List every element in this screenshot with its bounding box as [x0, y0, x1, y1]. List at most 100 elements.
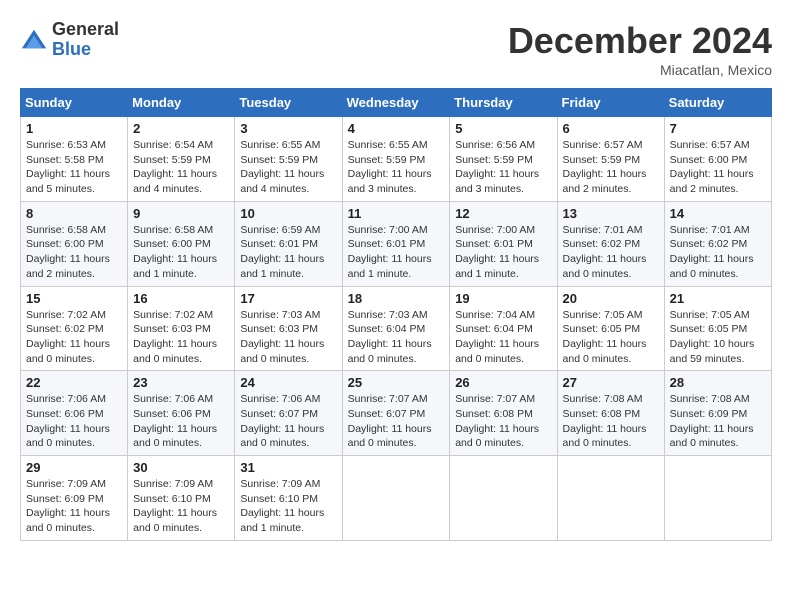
calendar-cell: 8 Sunrise: 6:58 AM Sunset: 6:00 PM Daylig…	[21, 201, 128, 286]
day-number: 9	[133, 206, 229, 221]
day-number: 10	[240, 206, 336, 221]
calendar-header-thursday: Thursday	[450, 89, 557, 117]
calendar-cell: 17 Sunrise: 7:03 AM Sunset: 6:03 PM Dayli…	[235, 286, 342, 371]
day-info: Sunrise: 7:03 AM Sunset: 6:03 PM Dayligh…	[240, 308, 336, 367]
day-number: 7	[670, 121, 766, 136]
day-info: Sunrise: 7:06 AM Sunset: 6:07 PM Dayligh…	[240, 392, 336, 451]
calendar-cell: 27 Sunrise: 7:08 AM Sunset: 6:08 PM Dayli…	[557, 371, 664, 456]
calendar-cell: 2Sunrise: 6:54 AM Sunset: 5:59 PM Daylig…	[128, 117, 235, 202]
calendar-cell: 25 Sunrise: 7:07 AM Sunset: 6:07 PM Dayli…	[342, 371, 450, 456]
day-number: 23	[133, 375, 229, 390]
calendar-cell	[557, 456, 664, 541]
day-number: 31	[240, 460, 336, 475]
calendar-header-row: SundayMondayTuesdayWednesdayThursdayFrid…	[21, 89, 772, 117]
page-header: General Blue December 2024 Miacatlan, Me…	[20, 20, 772, 78]
calendar-week-row: 29 Sunrise: 7:09 AM Sunset: 6:09 PM Dayli…	[21, 456, 772, 541]
day-info: Sunrise: 7:07 AM Sunset: 6:08 PM Dayligh…	[455, 392, 551, 451]
day-number: 5	[455, 121, 551, 136]
day-number: 11	[348, 206, 445, 221]
day-info: Sunrise: 7:05 AM Sunset: 6:05 PM Dayligh…	[563, 308, 659, 367]
day-info: Sunrise: 7:02 AM Sunset: 6:03 PM Dayligh…	[133, 308, 229, 367]
calendar-cell: 19Sunrise: 7:04 AM Sunset: 6:04 PM Dayli…	[450, 286, 557, 371]
location: Miacatlan, Mexico	[508, 62, 772, 78]
calendar-cell: 26 Sunrise: 7:07 AM Sunset: 6:08 PM Dayli…	[450, 371, 557, 456]
calendar-cell: 10 Sunrise: 6:59 AM Sunset: 6:01 PM Dayli…	[235, 201, 342, 286]
calendar-cell: 9 Sunrise: 6:58 AM Sunset: 6:00 PM Daylig…	[128, 201, 235, 286]
day-info: Sunrise: 6:57 AM Sunset: 6:00 PM Dayligh…	[670, 138, 766, 197]
day-number: 21	[670, 291, 766, 306]
day-info: Sunrise: 6:54 AM Sunset: 5:59 PM Dayligh…	[133, 138, 229, 197]
day-info: Sunrise: 6:59 AM Sunset: 6:01 PM Dayligh…	[240, 223, 336, 282]
day-info: Sunrise: 7:03 AM Sunset: 6:04 PM Dayligh…	[348, 308, 445, 367]
calendar-header-tuesday: Tuesday	[235, 89, 342, 117]
day-number: 17	[240, 291, 336, 306]
day-info: Sunrise: 6:53 AM Sunset: 5:58 PM Dayligh…	[26, 138, 122, 197]
calendar-cell: 15 Sunrise: 7:02 AM Sunset: 6:02 PM Dayli…	[21, 286, 128, 371]
day-number: 8	[26, 206, 122, 221]
day-number: 29	[26, 460, 122, 475]
day-number: 6	[563, 121, 659, 136]
logo-icon	[20, 26, 48, 54]
day-number: 25	[348, 375, 445, 390]
day-number: 20	[563, 291, 659, 306]
day-info: Sunrise: 7:01 AM Sunset: 6:02 PM Dayligh…	[670, 223, 766, 282]
month-title: December 2024	[508, 20, 772, 62]
day-number: 13	[563, 206, 659, 221]
day-info: Sunrise: 6:58 AM Sunset: 6:00 PM Dayligh…	[133, 223, 229, 282]
calendar-header-wednesday: Wednesday	[342, 89, 450, 117]
calendar-cell: 28Sunrise: 7:08 AM Sunset: 6:09 PM Dayli…	[664, 371, 771, 456]
calendar-cell: 30Sunrise: 7:09 AM Sunset: 6:10 PM Dayli…	[128, 456, 235, 541]
calendar-cell: 3Sunrise: 6:55 AM Sunset: 5:59 PM Daylig…	[235, 117, 342, 202]
day-info: Sunrise: 7:06 AM Sunset: 6:06 PM Dayligh…	[26, 392, 122, 451]
calendar-cell: 23 Sunrise: 7:06 AM Sunset: 6:06 PM Dayli…	[128, 371, 235, 456]
calendar-cell: 7 Sunrise: 6:57 AM Sunset: 6:00 PM Daylig…	[664, 117, 771, 202]
calendar-cell: 12Sunrise: 7:00 AM Sunset: 6:01 PM Dayli…	[450, 201, 557, 286]
day-info: Sunrise: 6:56 AM Sunset: 5:59 PM Dayligh…	[455, 138, 551, 197]
calendar-cell: 13 Sunrise: 7:01 AM Sunset: 6:02 PM Dayli…	[557, 201, 664, 286]
day-number: 19	[455, 291, 551, 306]
logo-blue-text: Blue	[52, 40, 119, 60]
calendar-cell	[450, 456, 557, 541]
day-info: Sunrise: 7:02 AM Sunset: 6:02 PM Dayligh…	[26, 308, 122, 367]
calendar-cell: 29 Sunrise: 7:09 AM Sunset: 6:09 PM Dayli…	[21, 456, 128, 541]
day-number: 14	[670, 206, 766, 221]
calendar-header-monday: Monday	[128, 89, 235, 117]
day-number: 1	[26, 121, 122, 136]
calendar-cell: 24 Sunrise: 7:06 AM Sunset: 6:07 PM Dayli…	[235, 371, 342, 456]
day-info: Sunrise: 7:05 AM Sunset: 6:05 PM Dayligh…	[670, 308, 766, 367]
calendar-cell: 16Sunrise: 7:02 AM Sunset: 6:03 PM Dayli…	[128, 286, 235, 371]
day-number: 24	[240, 375, 336, 390]
logo-general-text: General	[52, 20, 119, 40]
calendar-cell: 1 Sunrise: 6:53 AM Sunset: 5:58 PM Daylig…	[21, 117, 128, 202]
calendar-header-friday: Friday	[557, 89, 664, 117]
day-number: 4	[348, 121, 445, 136]
day-info: Sunrise: 7:06 AM Sunset: 6:06 PM Dayligh…	[133, 392, 229, 451]
calendar-week-row: 1 Sunrise: 6:53 AM Sunset: 5:58 PM Daylig…	[21, 117, 772, 202]
calendar-header-sunday: Sunday	[21, 89, 128, 117]
day-number: 27	[563, 375, 659, 390]
calendar-table: SundayMondayTuesdayWednesdayThursdayFrid…	[20, 88, 772, 541]
calendar-cell: 14 Sunrise: 7:01 AM Sunset: 6:02 PM Dayli…	[664, 201, 771, 286]
calendar-cell: 21 Sunrise: 7:05 AM Sunset: 6:05 PM Dayli…	[664, 286, 771, 371]
day-number: 26	[455, 375, 551, 390]
day-info: Sunrise: 7:00 AM Sunset: 6:01 PM Dayligh…	[348, 223, 445, 282]
day-number: 18	[348, 291, 445, 306]
day-info: Sunrise: 7:07 AM Sunset: 6:07 PM Dayligh…	[348, 392, 445, 451]
day-info: Sunrise: 7:09 AM Sunset: 6:10 PM Dayligh…	[240, 477, 336, 536]
day-info: Sunrise: 6:55 AM Sunset: 5:59 PM Dayligh…	[348, 138, 445, 197]
calendar-cell: 5 Sunrise: 6:56 AM Sunset: 5:59 PM Daylig…	[450, 117, 557, 202]
day-info: Sunrise: 6:58 AM Sunset: 6:00 PM Dayligh…	[26, 223, 122, 282]
day-number: 3	[240, 121, 336, 136]
title-block: December 2024 Miacatlan, Mexico	[508, 20, 772, 78]
day-number: 22	[26, 375, 122, 390]
logo: General Blue	[20, 20, 119, 60]
calendar-cell: 22 Sunrise: 7:06 AM Sunset: 6:06 PM Dayli…	[21, 371, 128, 456]
day-number: 15	[26, 291, 122, 306]
calendar-cell: 20 Sunrise: 7:05 AM Sunset: 6:05 PM Dayli…	[557, 286, 664, 371]
calendar-cell: 6Sunrise: 6:57 AM Sunset: 5:59 PM Daylig…	[557, 117, 664, 202]
day-info: Sunrise: 7:08 AM Sunset: 6:08 PM Dayligh…	[563, 392, 659, 451]
calendar-cell: 31 Sunrise: 7:09 AM Sunset: 6:10 PM Dayli…	[235, 456, 342, 541]
day-info: Sunrise: 7:09 AM Sunset: 6:09 PM Dayligh…	[26, 477, 122, 536]
day-info: Sunrise: 7:01 AM Sunset: 6:02 PM Dayligh…	[563, 223, 659, 282]
logo-text: General Blue	[52, 20, 119, 60]
